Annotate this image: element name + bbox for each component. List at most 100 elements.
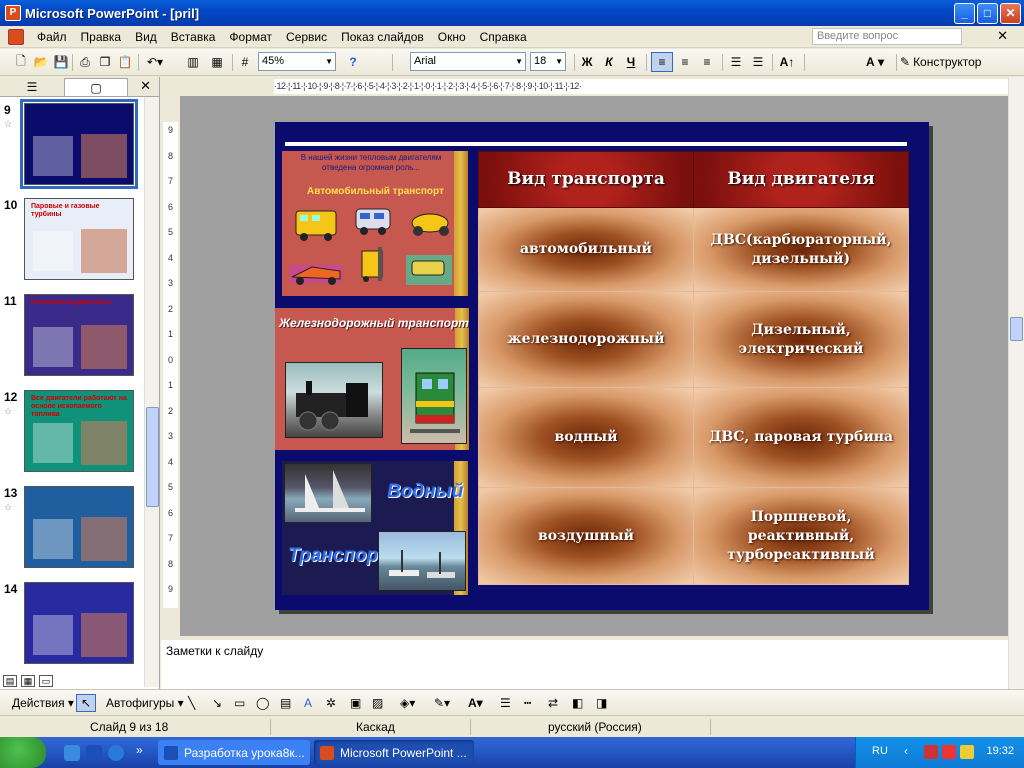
undo-icon[interactable]: ↶▾ [142,52,168,72]
textbox-icon[interactable]: ▤ [280,694,291,712]
header-engine-type[interactable]: Вид двигателя [693,151,909,208]
notes-pane[interactable]: Заметки к слайду [161,636,1008,689]
maximize-button[interactable]: □ [977,3,998,24]
slide[interactable]: В нашей жизни тепловым двигателям отведе… [275,122,929,610]
increase-font-icon[interactable]: A↑ [776,52,798,72]
slide-thumbnail[interactable]: Реактивный двигатель [24,294,134,376]
panel-scrollbar[interactable] [144,97,159,687]
menu-window[interactable]: Окно [431,27,473,47]
cell-engine[interactable]: ДВС(карбюраторный, дизельный) [693,207,909,292]
canvas-scroll-thumb[interactable] [1010,317,1023,341]
slide-thumbnail[interactable] [24,582,134,664]
line-icon[interactable]: ╲ [188,694,195,712]
tab-slides[interactable]: ▢ [64,77,128,96]
rectangle-icon[interactable]: ▭ [234,694,245,712]
wordart-icon[interactable]: A [304,694,312,712]
picture-icon[interactable]: ▨ [372,694,383,712]
arrow-style-icon[interactable]: ⇄ [548,694,558,712]
slide-thumbnail-row[interactable]: 10 Паровые и газовые турбины [0,198,145,290]
sorter-view-icon[interactable]: ▦ [21,674,35,687]
italic-button[interactable]: К [600,52,618,72]
zoom-select[interactable]: 45% ▼ [258,52,336,71]
insert-table-icon[interactable]: ▦ [208,52,226,72]
help-search-input[interactable]: Введите вопрос [812,28,962,45]
cell-transport[interactable]: автомобильный [478,207,694,292]
select-pointer-icon[interactable]: ↖ [76,694,96,712]
paste-icon[interactable]: 📋 [116,52,134,72]
menu-insert[interactable]: Вставка [164,27,223,47]
help-icon[interactable]: ? [344,52,362,72]
font-color-draw-icon[interactable]: A▾ [468,694,483,712]
antivirus-icon[interactable] [942,745,956,759]
font-color-button[interactable]: A ▾ [860,52,890,72]
tab-outline[interactable]: ☰ [0,78,64,96]
canvas-scrollbar[interactable] [1008,77,1024,689]
actions-menu[interactable]: Действия ▾ [12,694,74,712]
underline-button[interactable]: Ч [622,52,640,72]
cell-transport[interactable]: водный [478,387,694,488]
slideshow-view-icon[interactable]: ▭ [39,674,53,687]
cell-engine[interactable]: Поршневой, реактивный, турбореактивный [693,487,909,585]
cell-engine[interactable]: ДВС, паровая турбина [693,387,909,488]
panel-close-icon[interactable]: ✕ [140,78,151,94]
align-right-icon[interactable]: ≡ [697,52,717,72]
insert-chart-icon[interactable]: ▥ [184,52,202,72]
minimize-button[interactable]: _ [954,3,975,24]
diagram-icon[interactable]: ✲ [326,694,336,712]
autoshapes-menu[interactable]: Автофигуры ▾ [106,694,184,712]
3d-icon[interactable]: ◨ [596,694,607,712]
new-icon[interactable]: 🗋 [12,52,30,72]
slide-thumbnail-row[interactable]: 9 ☆ [0,99,145,195]
numbering-icon[interactable]: ☰ [726,52,746,72]
slide-thumbnail-row[interactable]: 12 ☆ Все двигатели работают на основе иско… [0,390,145,482]
font-size-select[interactable]: 18 ▼ [530,52,566,71]
fill-color-icon[interactable]: ◈▾ [400,694,415,712]
header-transport-type[interactable]: Вид транспорта [478,151,694,208]
document-icon[interactable] [8,28,24,45]
font-select[interactable]: Arial ▼ [410,52,526,71]
desktop-icon[interactable] [64,745,80,761]
tray-app-icon[interactable] [960,745,974,759]
slide-thumbnail[interactable] [24,486,134,568]
transport-engine-table[interactable]: Вид транспорта Вид двигателя автомобильн… [478,151,909,585]
word-icon[interactable] [86,745,102,761]
print-icon[interactable]: ⎙ [76,52,94,72]
close-document-icon[interactable]: ✕ [997,28,1008,44]
menu-file[interactable]: Файл [30,27,74,47]
cell-transport[interactable]: железнодорожный [478,291,694,388]
menu-view[interactable]: Вид [128,27,164,47]
tray-expand-icon[interactable]: ‹ [904,744,908,758]
slide-thumbnail-row[interactable]: 14 [0,582,145,674]
save-icon[interactable]: 💾 [52,52,70,72]
cell-transport[interactable]: воздушный [478,487,694,585]
line-style-icon[interactable]: ☰ [500,694,511,712]
panel-scroll-thumb[interactable] [146,407,159,507]
menu-edit[interactable]: Правка [74,27,129,47]
normal-view-icon[interactable]: ▤ [3,674,17,687]
line-color-icon[interactable]: ✎▾ [434,694,450,712]
slide-thumbnail-row[interactable]: 13 ☆ [0,486,145,578]
quicklaunch-more-icon[interactable]: » [136,743,143,757]
clipart-icon[interactable]: ▣ [350,694,361,712]
task-word[interactable]: Разработка урока8к... [158,740,310,765]
ellipse-icon[interactable]: ◯ [256,694,269,712]
align-center-icon[interactable]: ≡ [675,52,695,72]
start-button[interactable] [0,737,46,768]
menu-format[interactable]: Формат [222,27,279,47]
slide-thumbnail-row[interactable]: 11 Реактивный двигатель [0,294,145,386]
align-left-icon[interactable]: ≡ [651,52,673,72]
slide-thumbnail[interactable] [20,99,138,189]
menu-help[interactable]: Справка [473,27,534,47]
bold-button[interactable]: Ж [578,52,596,72]
bullets-icon[interactable]: ☰ [748,52,768,72]
tray-tool-icon[interactable] [924,745,938,759]
shadow-icon[interactable]: ◧ [572,694,583,712]
design-button[interactable]: ✎ Конструктор [900,52,990,72]
slide-thumbnail[interactable]: Паровые и газовые турбины [24,198,134,280]
open-icon[interactable]: 📂 [32,52,50,72]
menu-tools[interactable]: Сервис [279,27,334,47]
close-button[interactable]: ✕ [1000,3,1021,24]
copy-icon[interactable]: ❐ [96,52,114,72]
slide-thumbnail[interactable]: Все двигатели работают на основе ископае… [24,390,134,472]
grid-icon[interactable]: # [236,52,254,72]
